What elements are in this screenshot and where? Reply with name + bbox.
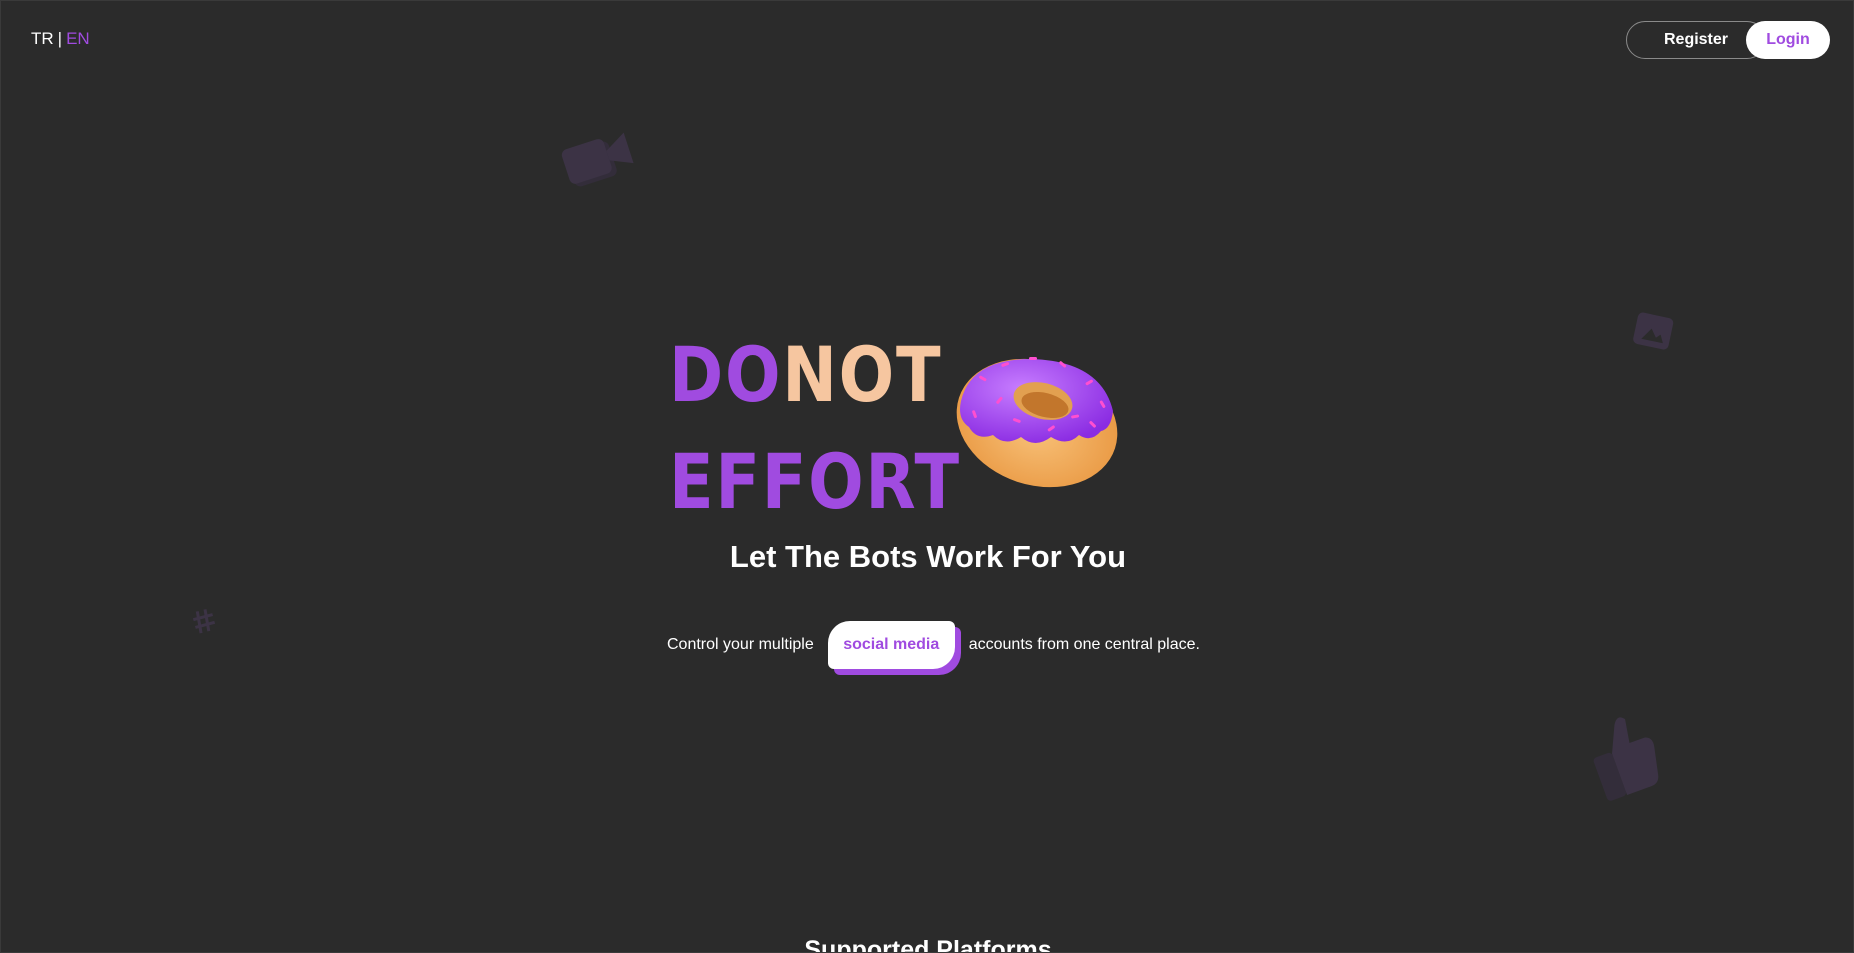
image-icon bbox=[1633, 312, 1674, 350]
lang-separator: | bbox=[57, 29, 63, 48]
hero-tagline: Let The Bots Work For You bbox=[729, 539, 1127, 574]
logo-not: NOT bbox=[782, 330, 943, 419]
subline-after: accounts from one central place. bbox=[968, 636, 1200, 653]
thumbs-up-icon bbox=[1593, 717, 1659, 801]
donut-image bbox=[956, 357, 1118, 488]
hero-subline: Control your multiple social media accou… bbox=[667, 621, 1200, 675]
page: TR | EN Register Login DONOT EFFORT Let … bbox=[0, 0, 1854, 953]
logo-do: DO bbox=[669, 330, 783, 419]
lang-tr-link[interactable]: TR bbox=[31, 29, 54, 48]
language-switcher: TR | EN bbox=[31, 29, 90, 49]
subline-before: Control your multiple bbox=[667, 636, 814, 653]
logo-line-2: EFFORT bbox=[669, 437, 961, 526]
lang-en-link[interactable]: EN bbox=[66, 29, 90, 48]
social-media-pill[interactable]: social media bbox=[827, 621, 961, 675]
supported-platforms-heading: Supported Platforms bbox=[804, 936, 1052, 953]
logo-line-1: DONOT bbox=[669, 337, 942, 413]
login-button[interactable]: Login bbox=[1746, 21, 1830, 59]
hashtag-icon bbox=[192, 609, 216, 634]
camera-icon bbox=[561, 132, 634, 187]
register-button[interactable]: Register bbox=[1626, 21, 1766, 59]
social-media-label[interactable]: social media bbox=[827, 621, 955, 669]
